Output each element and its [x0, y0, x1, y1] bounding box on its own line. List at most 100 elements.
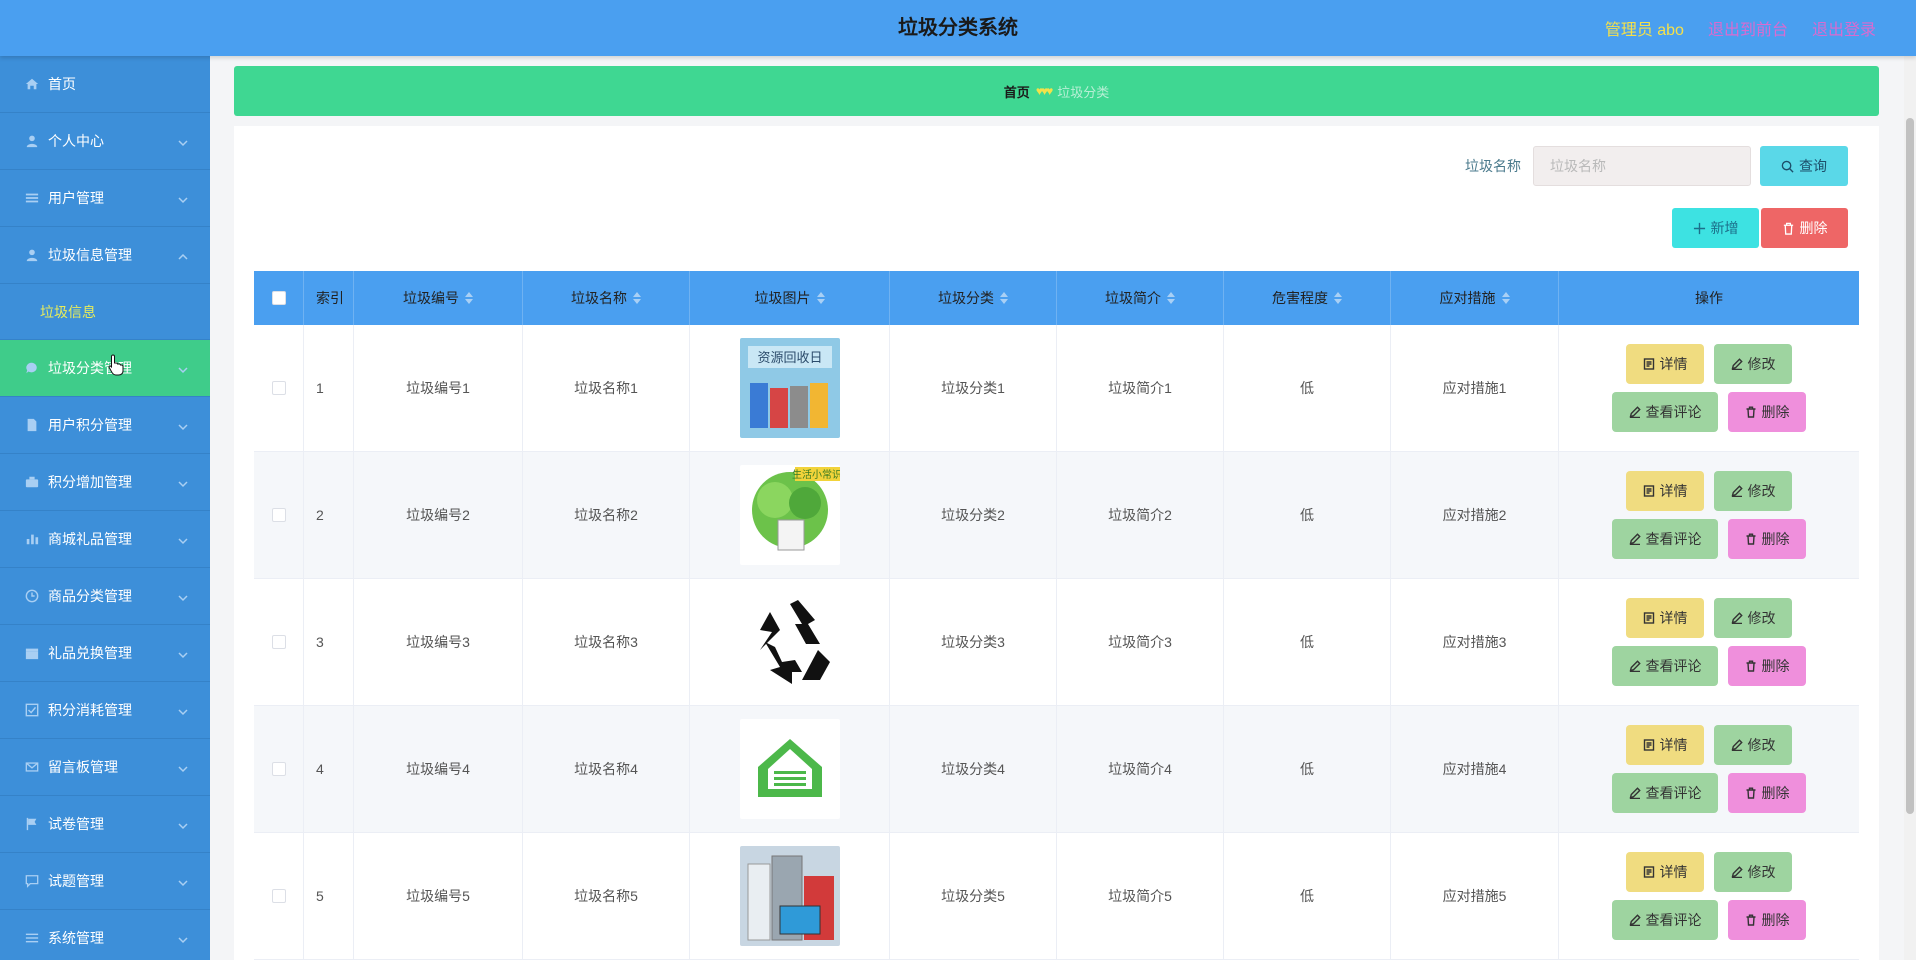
trash-icon	[1746, 787, 1755, 799]
row-select-cell[interactable]	[254, 325, 304, 451]
actions-line: 查看评论 删除	[1612, 900, 1806, 940]
scrollbar-thumb[interactable]	[1906, 118, 1914, 814]
header-code[interactable]: 垃圾编号	[354, 271, 523, 325]
detail-button[interactable]: 详情	[1626, 852, 1704, 892]
detail-button[interactable]: 详情	[1626, 598, 1704, 638]
view-comments-button[interactable]: 查看评论	[1612, 392, 1718, 432]
add-button[interactable]: 新增	[1672, 208, 1759, 248]
row-select-cell[interactable]	[254, 706, 304, 832]
actions-line: 查看评论 删除	[1612, 646, 1806, 686]
header-image[interactable]: 垃圾图片	[690, 271, 890, 325]
chevron-down-icon	[178, 932, 188, 944]
document-icon	[1643, 612, 1654, 624]
cell-level: 低	[1224, 452, 1391, 578]
sidebar-item-user-management[interactable]: 用户管理	[0, 170, 210, 227]
waste-image[interactable]	[739, 846, 840, 946]
detail-label: 详情	[1659, 610, 1688, 626]
row-delete-button[interactable]: 删除	[1728, 900, 1806, 940]
chevron-down-icon	[178, 818, 188, 830]
view-comments-label: 查看评论	[1645, 785, 1702, 801]
sort-icon[interactable]	[816, 292, 825, 304]
chevron-down-icon	[178, 875, 188, 887]
row-checkbox[interactable]	[271, 508, 286, 522]
sidebar-item-message-board-management[interactable]: 留言板管理	[0, 739, 210, 796]
row-checkbox[interactable]	[271, 381, 286, 395]
view-comments-button[interactable]: 查看评论	[1612, 646, 1718, 686]
sort-icon[interactable]	[1501, 292, 1510, 304]
row-checkbox[interactable]	[271, 889, 286, 903]
waste-image[interactable]	[739, 592, 840, 692]
sidebar-item-user-points-management[interactable]: 用户积分管理	[0, 397, 210, 454]
sidebar-item-system-management[interactable]: 系统管理	[0, 910, 210, 960]
header-category[interactable]: 垃圾分类	[890, 271, 1057, 325]
menu-icon	[24, 930, 40, 946]
user-icon	[24, 247, 40, 263]
edit-button[interactable]: 修改	[1714, 471, 1792, 511]
waste-image[interactable]	[739, 719, 840, 819]
row-select-cell[interactable]	[254, 579, 304, 705]
select-all-checkbox[interactable]	[271, 291, 286, 305]
sort-icon[interactable]	[465, 292, 473, 304]
sort-icon[interactable]	[1334, 292, 1342, 304]
sidebar-item-home[interactable]: 首页	[0, 56, 210, 113]
detail-button[interactable]: 详情	[1626, 725, 1704, 765]
header-name[interactable]: 垃圾名称	[523, 271, 690, 325]
search-input[interactable]	[1533, 146, 1751, 186]
cell-level: 低	[1224, 833, 1391, 959]
edit-button[interactable]: 修改	[1714, 598, 1792, 638]
header-select-all[interactable]	[254, 271, 304, 325]
header-level[interactable]: 危害程度	[1224, 271, 1391, 325]
header-label: 垃圾图片	[754, 290, 811, 306]
vertical-scrollbar[interactable]	[1904, 56, 1916, 960]
query-button[interactable]: 查询	[1760, 146, 1848, 186]
header-intro[interactable]: 垃圾简介	[1057, 271, 1224, 325]
sidebar-item-points-add-management[interactable]: 积分增加管理	[0, 454, 210, 511]
sidebar-item-points-consume-management[interactable]: 积分消耗管理	[0, 682, 210, 739]
sidebar-item-mall-gift-management[interactable]: 商城礼品管理	[0, 511, 210, 568]
cell-name: 垃圾名称3	[523, 579, 690, 705]
sidebar-item-question-management[interactable]: 试题管理	[0, 853, 210, 910]
row-checkbox[interactable]	[271, 635, 286, 649]
sidebar-item-waste-category-management[interactable]: 垃圾分类管理	[0, 340, 210, 397]
edit-icon	[1731, 739, 1743, 751]
header-measure[interactable]: 应对措施	[1391, 271, 1559, 325]
sidebar-subitem-waste-info[interactable]: 垃圾信息	[0, 284, 210, 340]
sort-icon[interactable]	[1000, 292, 1008, 304]
detail-button[interactable]: 详情	[1626, 344, 1704, 384]
row-delete-button[interactable]: 删除	[1728, 646, 1806, 686]
logout-link[interactable]: 退出登录	[1812, 16, 1876, 40]
batch-delete-label: 删除	[1799, 220, 1828, 236]
document-icon	[1643, 739, 1654, 751]
detail-button[interactable]: 详情	[1626, 471, 1704, 511]
view-comments-button[interactable]: 查看评论	[1612, 519, 1718, 559]
batch-delete-button[interactable]: 删除	[1761, 208, 1848, 248]
row-select-cell[interactable]	[254, 833, 304, 959]
view-comments-button[interactable]: 查看评论	[1612, 900, 1718, 940]
sort-icon[interactable]	[633, 292, 641, 304]
flag-icon	[24, 816, 40, 832]
top-links: 管理员 abo 退出到前台 退出登录	[1605, 0, 1876, 56]
row-select-cell[interactable]	[254, 452, 304, 578]
chevron-up-icon	[178, 249, 188, 260]
row-checkbox[interactable]	[271, 762, 286, 776]
cell-intro: 垃圾简介1	[1057, 325, 1224, 451]
view-comments-button[interactable]: 查看评论	[1612, 773, 1718, 813]
edit-button[interactable]: 修改	[1714, 344, 1792, 384]
row-delete-button[interactable]: 删除	[1728, 392, 1806, 432]
back-to-front-link[interactable]: 退出到前台	[1708, 16, 1788, 40]
row-delete-button[interactable]: 删除	[1728, 519, 1806, 559]
sort-icon[interactable]	[1167, 292, 1175, 304]
row-delete-button[interactable]: 删除	[1728, 773, 1806, 813]
cell-category: 垃圾分类4	[890, 706, 1057, 832]
sidebar-item-product-category-management[interactable]: 商品分类管理	[0, 568, 210, 625]
edit-button[interactable]: 修改	[1714, 725, 1792, 765]
waste-image[interactable]: 资源回收日	[739, 338, 840, 438]
view-comments-label: 查看评论	[1645, 912, 1702, 928]
sidebar-item-personal-center[interactable]: 个人中心	[0, 113, 210, 170]
sidebar-item-gift-exchange-management[interactable]: 礼品兑换管理	[0, 625, 210, 682]
waste-image[interactable]: 生活小常识	[739, 465, 840, 565]
edit-button[interactable]: 修改	[1714, 852, 1792, 892]
sidebar-item-exam-paper-management[interactable]: 试卷管理	[0, 796, 210, 853]
sidebar-item-waste-info-management[interactable]: 垃圾信息管理	[0, 227, 210, 284]
breadcrumb-home[interactable]: 首页	[1004, 82, 1030, 101]
